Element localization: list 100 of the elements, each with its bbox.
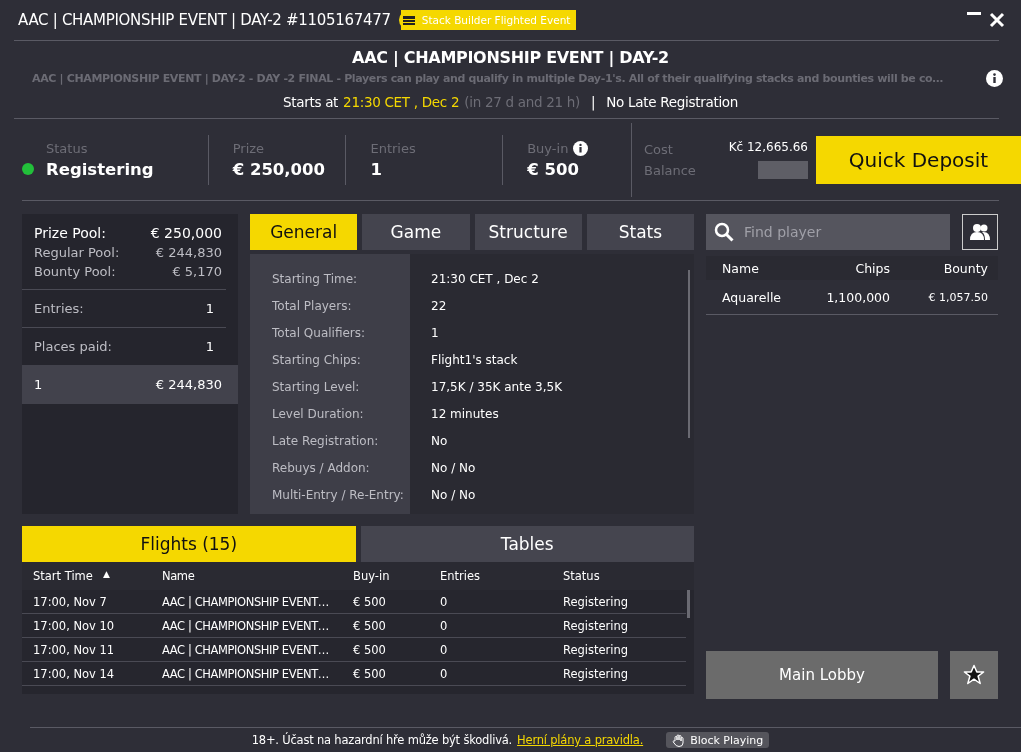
stat-label: Entries [370, 140, 416, 156]
countdown: (in 27 d and 21 h) [464, 94, 581, 110]
list-tab[interactable]: Flights (15) [22, 526, 356, 562]
column-header[interactable]: Name [706, 260, 810, 276]
stat-value: € 250,000 [232, 159, 326, 179]
table-cell-text: 1,100,000 [825, 289, 890, 305]
start-time: 21:30 CET , Dec 2 [343, 94, 460, 110]
table-cell-text: 17:00, Nov 11 [32, 642, 116, 657]
close-button[interactable] [989, 12, 1005, 28]
table-cell-text: AAC | CHAMPIONSHIP EVENT… [161, 618, 330, 633]
info-tab[interactable]: Structure [474, 214, 582, 250]
gambling-notice: 18+. Účast na hazardní hře může být škodlivá. [251, 733, 513, 747]
payout-amount: € 244,830 [155, 377, 222, 392]
scrollbar[interactable] [688, 270, 690, 438]
minimize-icon [967, 12, 981, 15]
badge-label: Stack Builder Flighted Event [421, 14, 571, 26]
payout-place: 1 [34, 377, 43, 392]
pool-value: € 250,000 [150, 224, 222, 243]
table-cell-text: AAC | CHAMPIONSHIP EVENT… [161, 666, 330, 681]
detail-value: 21:30 CET , Dec 2 [431, 271, 540, 288]
detail-label: Total Players: [272, 298, 353, 315]
table-cell-text: Registering [562, 594, 629, 609]
stat-label: Buy-in [527, 140, 569, 156]
people-icon [970, 223, 990, 241]
detail-label: Starting Level: [272, 379, 361, 396]
event-title: AAC | CHAMPIONSHIP EVENT | DAY-2 [352, 48, 669, 67]
payout-row[interactable]: 1 € 244,830 [22, 365, 238, 404]
places-label: Places paid: [34, 338, 112, 356]
column-header[interactable]: Status [563, 569, 600, 583]
balance-label: Balance [644, 162, 697, 178]
column-header[interactable]: Bounty [890, 260, 988, 276]
column-header[interactable]: Chips [810, 260, 890, 276]
table-cell-text: € 1,057.50 [927, 290, 988, 304]
star-icon [963, 664, 985, 686]
info-tab[interactable]: General [250, 214, 358, 250]
search-icon [714, 222, 734, 242]
info-tab[interactable]: Game [362, 214, 470, 250]
window-title: AAC | CHAMPIONSHIP EVENT | DAY-2 #1105167477 [18, 11, 391, 29]
table-cell-text: 0 [439, 666, 449, 681]
detail-label: Starting Time: [272, 271, 359, 288]
table-cell-text: 0 [439, 642, 449, 657]
detail-value: 22 [431, 298, 448, 315]
table-cell-text: 17:00, Nov 7 [32, 594, 108, 609]
detail-value: 12 minutes [431, 406, 500, 423]
table-cell-text: AAC | CHAMPIONSHIP EVENT… [161, 594, 330, 609]
table-cell-text: Registering [562, 666, 629, 681]
list-tab[interactable]: Tables [360, 526, 694, 562]
pool-value: € 244,830 [155, 244, 222, 262]
info-icon [986, 70, 1003, 87]
separator: | [591, 94, 596, 110]
detail-label: Multi-Entry / Re-Entry: [272, 487, 405, 504]
players-button[interactable] [962, 214, 998, 250]
info-tab[interactable]: Stats [586, 214, 694, 250]
column-header[interactable]: Entries [440, 569, 481, 583]
pool-label: Bounty Pool: [34, 263, 116, 281]
table-cell-text: € 500 [352, 666, 387, 681]
stat-label: Status [46, 140, 88, 156]
detail-value: 1 [431, 325, 440, 342]
detail-value: No / No [431, 487, 477, 504]
rules-link[interactable]: Herní plány a pravidla. [517, 733, 644, 747]
column-header[interactable]: Name [162, 569, 195, 583]
detail-label: Total Qualifiers: [272, 325, 367, 342]
search-field[interactable]: Find player [706, 214, 950, 250]
table-cell-text: AAC | CHAMPIONSHIP EVENT… [161, 642, 330, 657]
table-cell-text: 0 [439, 594, 449, 609]
late-registration: No Late Registration [606, 94, 739, 110]
event-description: AAC | CHAMPIONSHIP EVENT | DAY-2 - DAY -2 FINAL - Players can play and qualify in multiple Day-1's. All of their qualifying stacks and bounties will be co… [32, 72, 943, 85]
detail-label: Late Registration: [272, 433, 380, 450]
detail-value: No [431, 433, 449, 450]
column-header[interactable]: Buy-in [353, 569, 390, 583]
cost-amount: Kč 12,665.66 [728, 140, 808, 154]
pool-label: Regular Pool: [34, 244, 120, 262]
places-value: 1 [205, 338, 214, 356]
detail-value: Flight1's stack [431, 352, 519, 369]
table-cell-text: Registering [562, 642, 629, 657]
column-header[interactable]: Start Time [33, 569, 93, 583]
detail-label: Level Duration: [272, 406, 365, 423]
cost-label: Cost [644, 141, 674, 157]
close-icon [989, 12, 1005, 28]
table-cell-text: Aquarelle [721, 289, 783, 305]
table-cell-text: € 500 [352, 594, 387, 609]
block-playing-button[interactable]: Block Playing [666, 732, 770, 748]
quick-deposit-button[interactable]: Quick Deposit [816, 135, 1021, 184]
table-cell-text: € 500 [352, 642, 387, 657]
sort-indicator[interactable]: ▲ [102, 569, 110, 583]
stat-label: Prize [232, 140, 265, 156]
stat-value: 1 [370, 159, 382, 179]
entries-value: 1 [205, 300, 214, 318]
entries-label: Entries: [34, 300, 84, 318]
table-cell-text: 17:00, Nov 14 [32, 666, 116, 681]
detail-label: Starting Chips: [272, 352, 362, 369]
scrollbar[interactable] [687, 590, 690, 618]
table-cell-text: 17:00, Nov 10 [32, 618, 116, 633]
stat-value: Registering [46, 159, 154, 179]
table-cell-text: Registering [562, 618, 629, 633]
main-lobby-button[interactable]: Main Lobby [706, 651, 938, 699]
detail-value: 17,5K / 35K ante 3,5K [431, 379, 563, 396]
pool-label: Prize Pool: [34, 224, 106, 243]
favorite-button[interactable] [950, 651, 998, 699]
pool-value: € 5,170 [172, 263, 222, 281]
